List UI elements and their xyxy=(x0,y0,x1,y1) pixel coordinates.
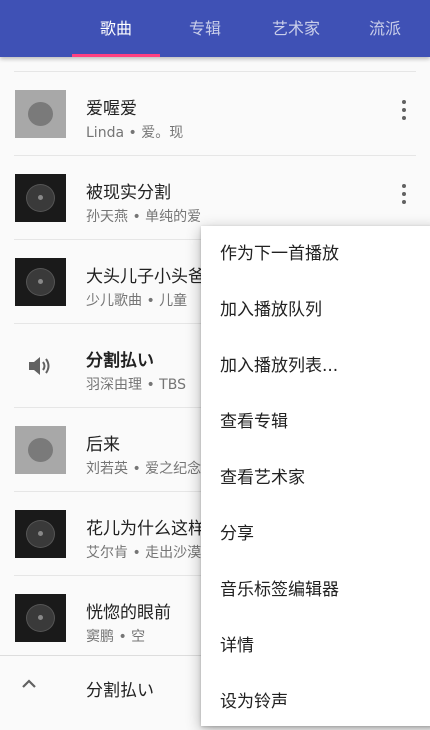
menu-item-share[interactable]: 分享 xyxy=(201,506,430,562)
song-title: 被现实分割 xyxy=(86,183,171,203)
now-playing-title: 分割払い xyxy=(86,681,154,701)
song-row[interactable]: 爱喔爱 Linda • 爱。现 xyxy=(0,72,430,156)
song-subtitle: Linda • 爱。现 xyxy=(86,125,184,141)
song-subtitle: 刘若英 • 爱之纪念 xyxy=(86,461,202,477)
album-art xyxy=(15,510,66,558)
menu-item-tag-editor[interactable]: 音乐标签编辑器 xyxy=(201,562,430,618)
menu-item-details[interactable]: 详情 xyxy=(201,618,430,674)
tab-artists[interactable]: 艺术家 xyxy=(252,0,340,57)
more-options-icon[interactable] xyxy=(399,184,409,208)
menu-item-go-to-artist[interactable]: 查看艺术家 xyxy=(201,450,430,506)
menu-item-play-next[interactable]: 作为下一首播放 xyxy=(201,226,430,282)
song-title: 后来 xyxy=(86,435,120,455)
song-subtitle: 羽深由理 • TBS xyxy=(86,377,186,393)
album-art xyxy=(15,258,66,306)
tab-genres[interactable]: 流派 xyxy=(350,0,420,57)
menu-item-set-ringtone[interactable]: 设为铃声 xyxy=(201,674,430,730)
menu-item-add-to-playlist[interactable]: 加入播放列表... xyxy=(201,338,430,394)
context-menu: 作为下一首播放 加入播放队列 加入播放列表... 查看专辑 查看艺术家 分享 音… xyxy=(201,226,430,726)
song-subtitle: 艾尔肯 • 走出沙漠 xyxy=(86,545,202,561)
more-options-icon[interactable] xyxy=(399,100,409,124)
song-title: 分割払い xyxy=(86,351,154,371)
tab-bar: 歌曲 专辑 艺术家 流派 xyxy=(0,0,430,57)
album-art xyxy=(15,594,66,642)
speaker-icon xyxy=(29,357,50,375)
song-subtitle: 孙天燕 • 单纯的爱 xyxy=(86,209,202,225)
song-subtitle: 窦鹏 • 空 xyxy=(86,629,146,645)
active-tab-indicator xyxy=(72,54,160,57)
menu-item-go-to-album[interactable]: 查看专辑 xyxy=(201,394,430,450)
album-art xyxy=(15,90,66,138)
song-title: 恍惚的眼前 xyxy=(86,603,171,623)
tab-albums[interactable]: 专辑 xyxy=(170,0,240,57)
chevron-up-icon[interactable] xyxy=(20,678,38,690)
song-title: 爱喔爱 xyxy=(86,99,137,119)
menu-item-add-to-queue[interactable]: 加入播放队列 xyxy=(201,282,430,338)
album-art xyxy=(15,174,66,222)
album-art xyxy=(15,426,66,474)
song-subtitle: 少儿歌曲 • 儿童 xyxy=(86,293,188,309)
tab-songs[interactable]: 歌曲 xyxy=(72,0,160,57)
